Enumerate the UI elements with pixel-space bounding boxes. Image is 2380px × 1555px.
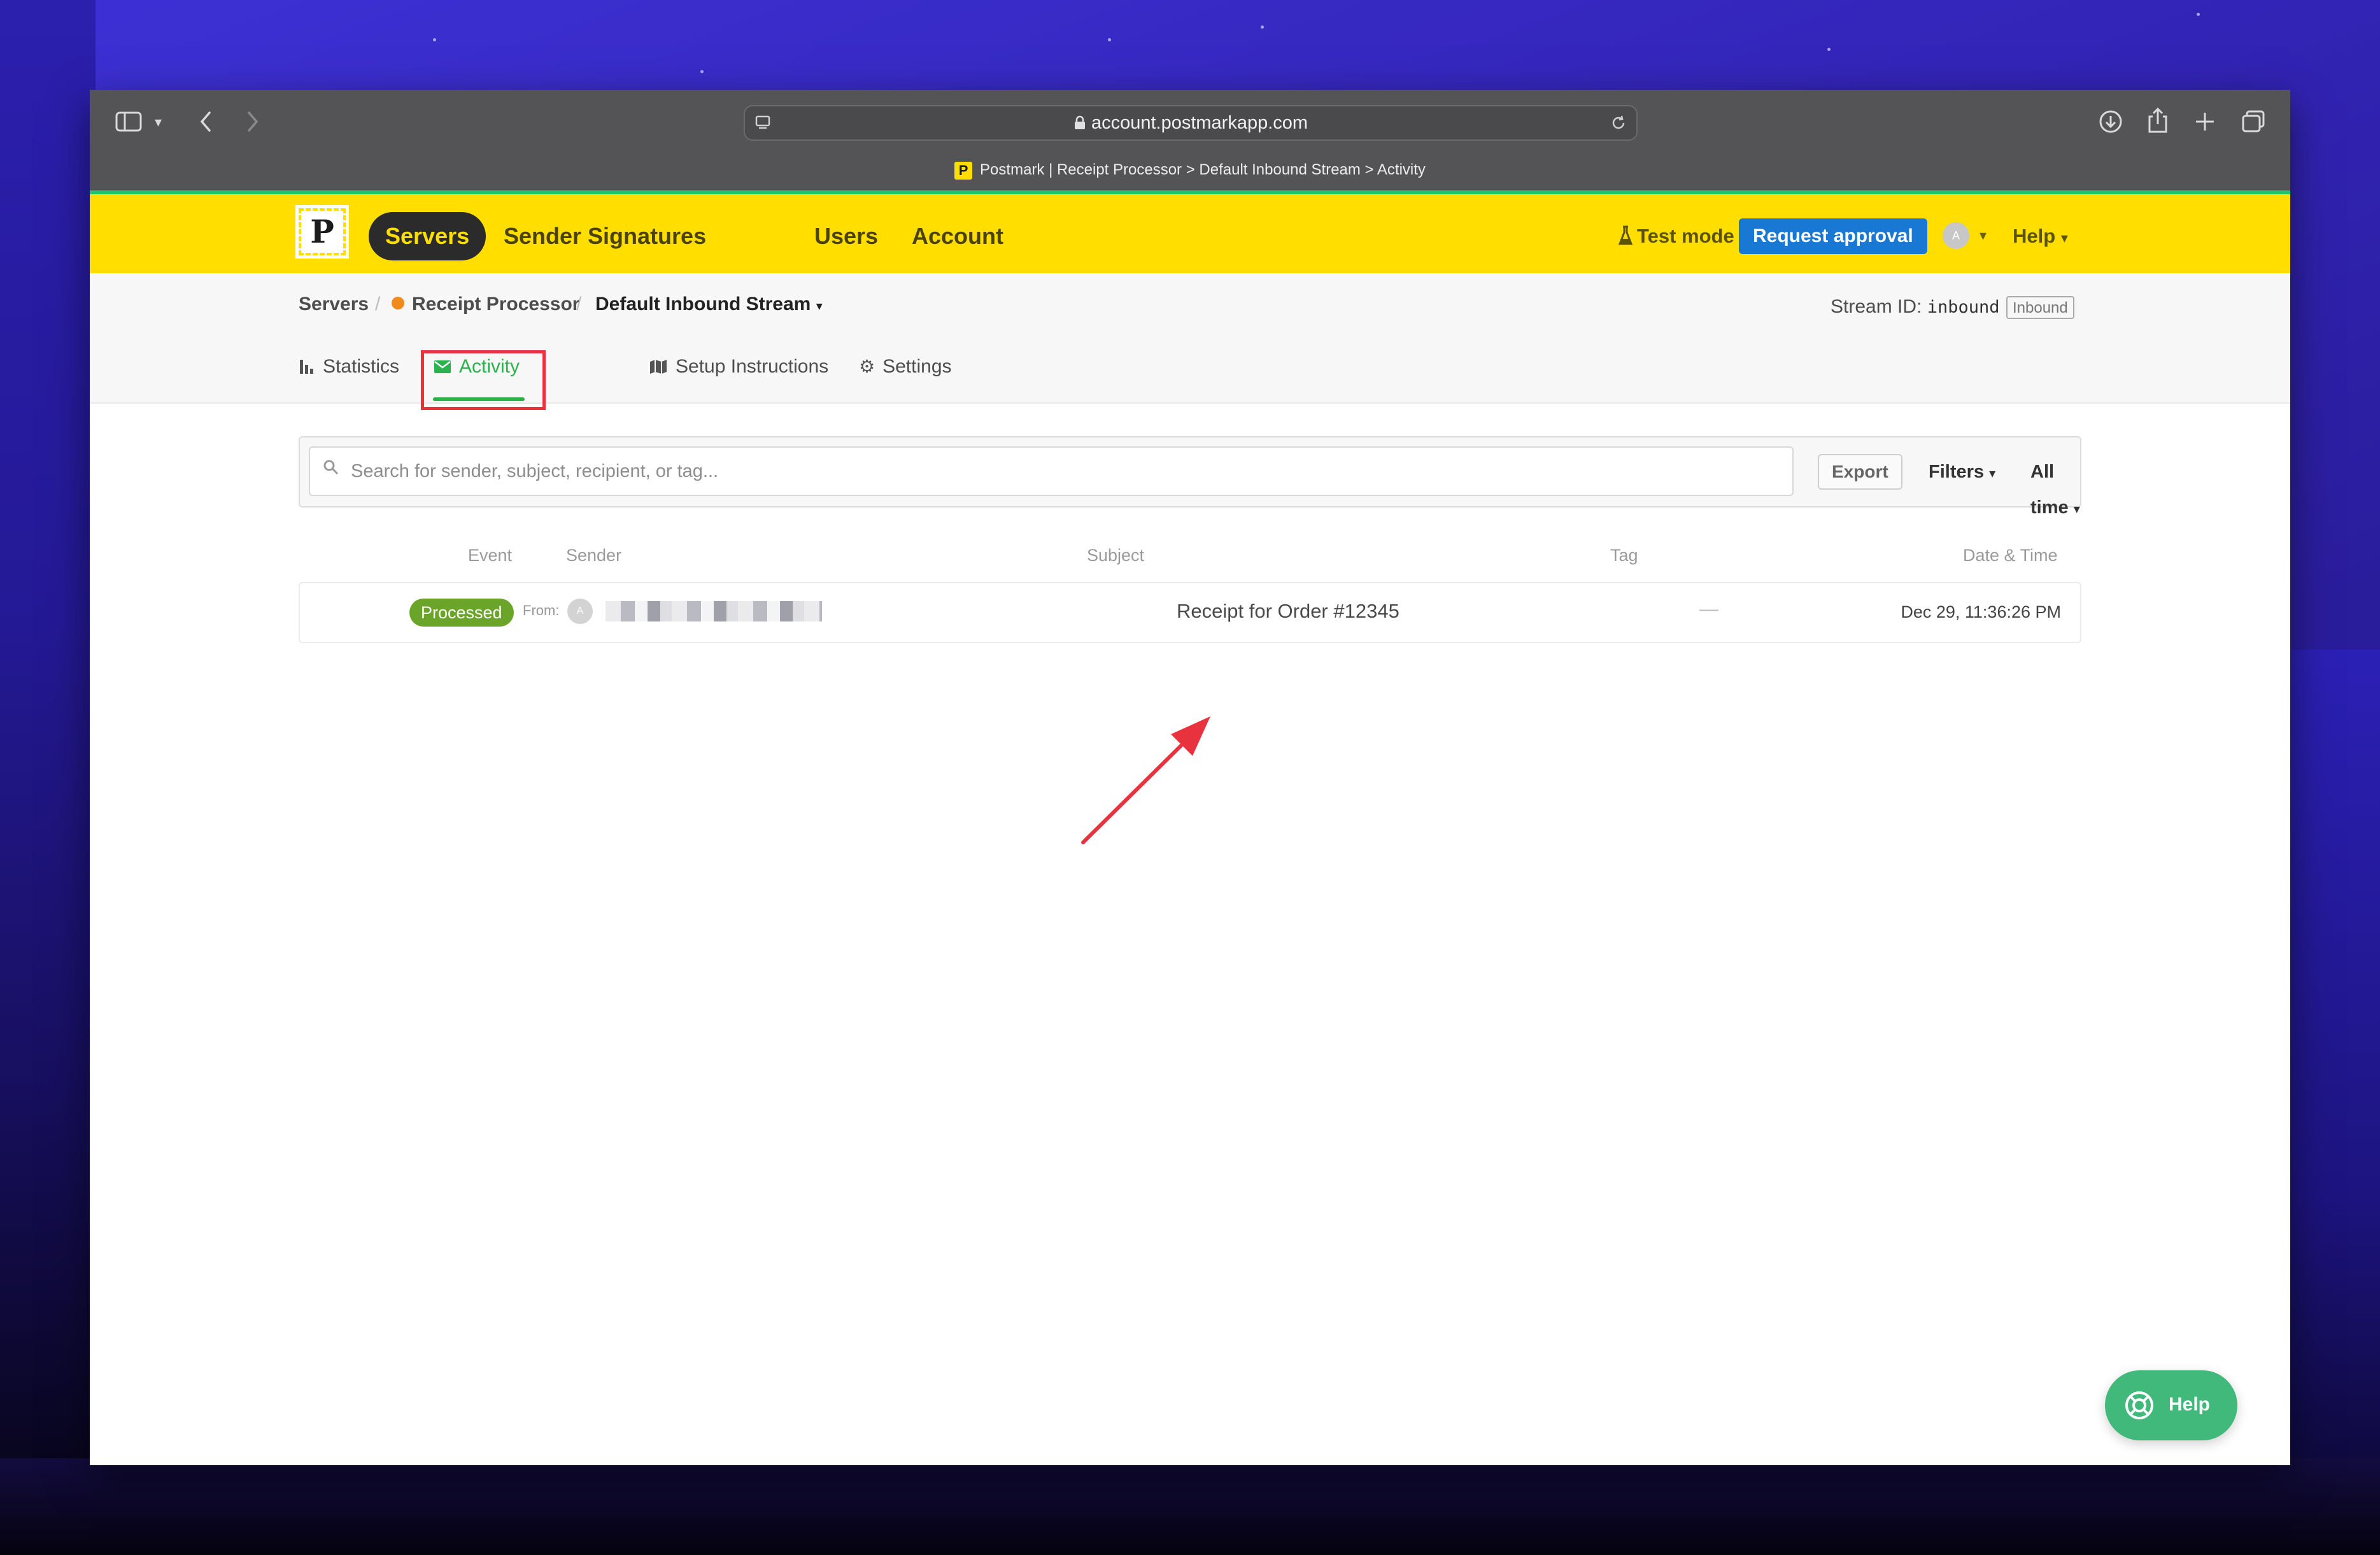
star: [1261, 25, 1264, 29]
star: [433, 38, 436, 41]
column-header-sender: Sender: [566, 546, 622, 565]
chevron-down-icon: ▾: [2060, 230, 2068, 246]
column-header-datetime: Date & Time: [1963, 546, 2058, 565]
chevron-down-icon[interactable]: ▾: [155, 115, 162, 129]
table-row[interactable]: Processed From: A Receipt for Order #123…: [299, 582, 2081, 643]
lifebuoy-icon: [2125, 1391, 2153, 1419]
breadcrumb-servers[interactable]: Servers: [299, 294, 369, 315]
favicon: P: [954, 161, 973, 180]
chevron-down-icon: ▾: [2073, 502, 2080, 516]
time-range-label: All time: [2030, 462, 2069, 518]
message-subject[interactable]: Receipt for Order #12345: [1177, 600, 1399, 623]
redacted-sender: [606, 601, 822, 621]
nav-account[interactable]: Account: [895, 212, 1020, 260]
new-tab-icon[interactable]: [2193, 110, 2216, 133]
help-menu-label: Help: [2013, 225, 2056, 247]
bar-chart-icon: [300, 360, 313, 374]
column-header-subject: Subject: [1087, 546, 1145, 565]
wallpaper-bottom-shape: [0, 1458, 2380, 1555]
breadcrumb-stream[interactable]: Default Inbound Stream ▾: [595, 294, 823, 315]
chevron-down-icon: ▾: [816, 299, 823, 313]
help-menu[interactable]: Help ▾: [2013, 212, 2068, 262]
annotation-arrow: [1081, 716, 1210, 844]
export-button[interactable]: Export: [1818, 454, 1902, 490]
address-bar[interactable]: account.postmarkapp.com: [744, 105, 1638, 141]
search-toolbar: Export Filters ▾ All time ▾: [299, 436, 2081, 518]
chevron-down-icon[interactable]: ▾: [1980, 227, 1987, 244]
from-label: From:: [523, 602, 560, 618]
star: [1827, 48, 1831, 51]
column-header-event: Event: [468, 546, 513, 565]
download-icon[interactable]: [2098, 109, 2123, 134]
nav-users[interactable]: Users: [798, 212, 895, 260]
stream-id-value: inbound: [1927, 297, 2000, 317]
tab-title[interactable]: P Postmark | Receipt Processor > Default …: [90, 157, 2290, 183]
tab-settings-label: Settings: [882, 356, 952, 377]
help-chat-label: Help: [2169, 1394, 2211, 1415]
request-approval-button[interactable]: Request approval: [1739, 218, 1927, 254]
breadcrumb-separator: /: [375, 294, 381, 315]
sender-avatar: A: [567, 599, 593, 624]
breadcrumb-separator: /: [576, 294, 582, 315]
share-icon[interactable]: [2146, 106, 2169, 134]
postmark-logo[interactable]: P: [295, 205, 349, 259]
star: [700, 70, 704, 73]
star: [1108, 38, 1111, 41]
search-icon: [323, 460, 339, 475]
server-color-dot: [392, 297, 404, 309]
filters-dropdown[interactable]: Filters ▾: [1929, 454, 1995, 490]
tab-setup-label: Setup Instructions: [676, 356, 829, 377]
test-mode-label: Test mode: [1637, 225, 1734, 247]
forward-icon[interactable]: [245, 110, 260, 133]
avatar[interactable]: A: [1943, 222, 1969, 249]
time-range-dropdown[interactable]: All time ▾: [2030, 454, 2080, 518]
message-datetime: Dec 29, 11:36:26 PM: [1901, 602, 2061, 621]
lock-icon: [1074, 115, 1085, 129]
url-text: account.postmarkapp.com: [745, 106, 1636, 139]
breadcrumb-server[interactable]: Receipt Processor: [392, 294, 579, 315]
tab-setup-instructions[interactable]: Setup Instructions: [649, 356, 828, 378]
flask-icon: [1618, 225, 1633, 245]
tab-statistics[interactable]: Statistics: [299, 356, 399, 378]
url-value: account.postmarkapp.com: [1091, 113, 1308, 133]
help-chat-button[interactable]: Help: [2105, 1370, 2237, 1440]
sidebar-toggle-icon[interactable]: [115, 110, 142, 133]
nav-sender-signatures[interactable]: Sender Signatures: [487, 212, 723, 260]
stream-header: Servers / Receipt Processor / Default In…: [90, 273, 2290, 404]
column-header-tag: Tag: [1610, 546, 1638, 565]
chevron-down-icon: ▾: [1989, 467, 1996, 481]
wallpaper-left-shape: [0, 0, 96, 1555]
browser-window: ▾ account.postmarkapp.com P Postmark | R…: [90, 90, 2290, 1465]
gear-icon: ⚙: [859, 357, 875, 376]
test-mode-indicator[interactable]: Test mode: [1618, 212, 1734, 260]
tab-statistics-label: Statistics: [323, 356, 400, 377]
annotation-highlight-box: [421, 350, 546, 410]
browser-toolbar: ▾ account.postmarkapp.com P Postmark | R…: [90, 90, 2290, 190]
status-badge: Processed: [409, 599, 514, 627]
search-input[interactable]: [309, 446, 1794, 496]
logo-letter: P: [310, 213, 334, 250]
reload-icon[interactable]: [1610, 114, 1627, 132]
map-icon: [650, 360, 667, 374]
breadcrumb-stream-label: Default Inbound Stream: [595, 294, 811, 315]
nav-servers[interactable]: Servers: [369, 212, 486, 260]
wallpaper-right-shape: [2286, 650, 2380, 1555]
stream-id-label: Stream ID:: [1831, 296, 1922, 317]
tab-title-text: Postmark | Receipt Processor > Default I…: [980, 161, 1426, 178]
tag-empty: —: [1699, 599, 1718, 620]
star: [2197, 13, 2200, 16]
breadcrumb-server-label: Receipt Processor: [412, 294, 580, 315]
top-nav: P Servers Sender Signatures Users Accoun…: [90, 194, 2290, 273]
tab-overview-icon[interactable]: [2241, 109, 2266, 134]
back-icon[interactable]: [198, 110, 213, 133]
filters-label: Filters: [1929, 462, 1985, 482]
tab-settings[interactable]: ⚙ Settings: [859, 356, 952, 378]
stream-id: Stream ID: inbound: [1831, 296, 2000, 318]
stream-type-badge: Inbound: [2006, 296, 2074, 319]
